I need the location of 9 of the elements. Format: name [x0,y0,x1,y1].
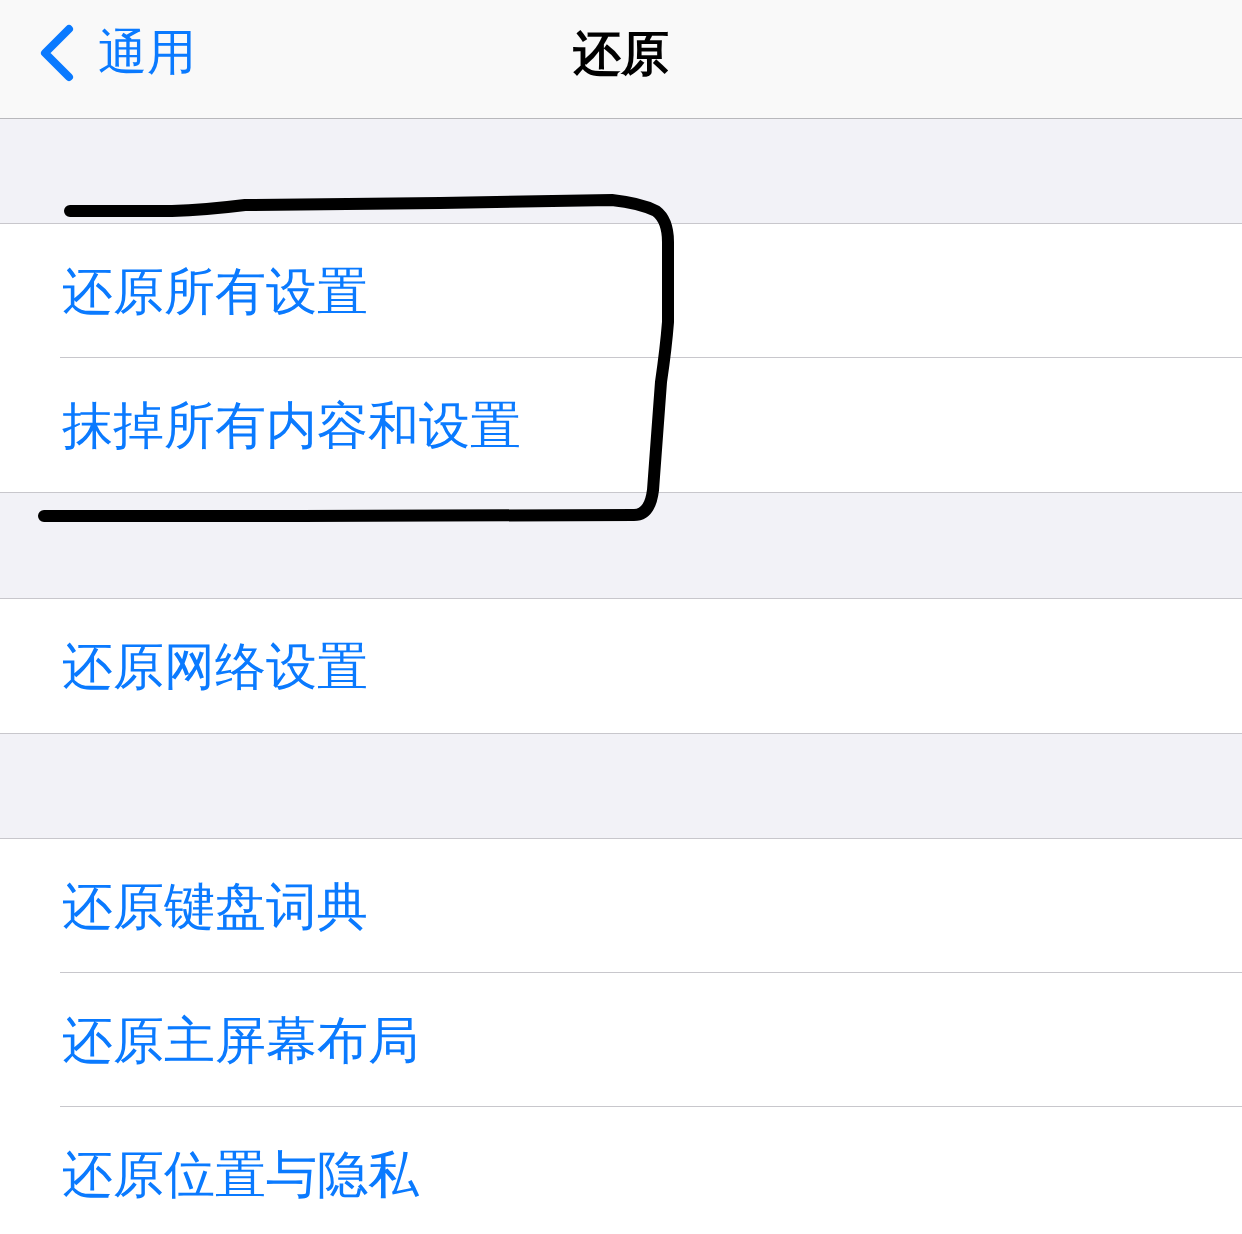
chevron-left-icon [38,24,74,82]
reset-option[interactable]: 还原所有设置 [0,224,1242,358]
reset-option[interactable]: 还原网络设置 [0,599,1242,733]
back-button[interactable]: 通用 [38,23,196,83]
page-title: 还原 [573,24,669,83]
reset-option[interactable]: 还原主屏幕布局 [0,973,1242,1107]
reset-option[interactable]: 还原键盘词典 [0,839,1242,973]
reset-option[interactable]: 还原位置与隐私 [0,1107,1242,1234]
reset-option[interactable]: 抹掉所有内容和设置 [0,358,1242,492]
